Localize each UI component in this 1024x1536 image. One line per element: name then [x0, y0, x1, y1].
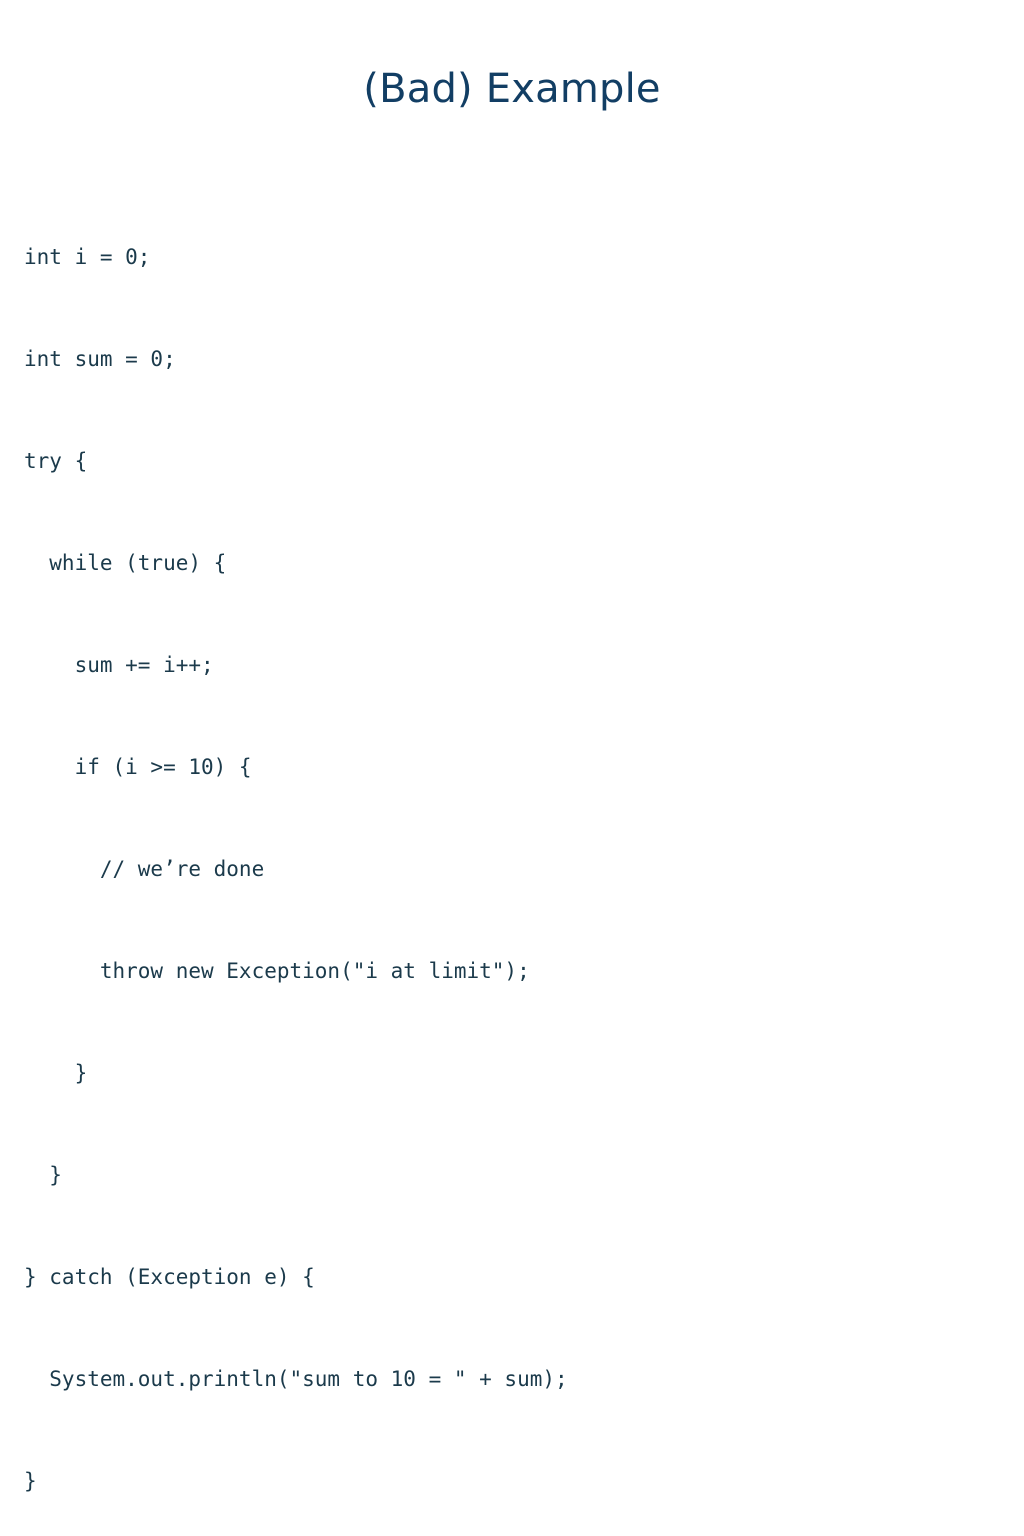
code-line: }	[24, 1061, 88, 1085]
page-title: (Bad) Example	[363, 66, 661, 112]
slide: (Bad) Example int i = 0; int sum = 0; tr…	[0, 0, 1024, 1493]
code-line: // we’re done	[24, 857, 265, 881]
code-line: } catch (Exception e) {	[24, 1265, 315, 1289]
code-line: while (true) {	[24, 551, 227, 575]
code-line: }	[24, 1163, 62, 1187]
code-line: throw new Exception("i at limit");	[24, 959, 530, 983]
code-line: int sum = 0;	[24, 347, 176, 371]
code-line: System.out.println("sum to 10 = " + sum)…	[24, 1367, 568, 1391]
code-line: }	[24, 1469, 37, 1493]
code-line: try {	[24, 449, 88, 473]
code-line: int i = 0;	[24, 245, 151, 269]
code-line: if (i >= 10) {	[24, 755, 252, 779]
code-block: int i = 0; int sum = 0; try { while (tru…	[24, 172, 1000, 1536]
code-line: sum += i++;	[24, 653, 214, 677]
